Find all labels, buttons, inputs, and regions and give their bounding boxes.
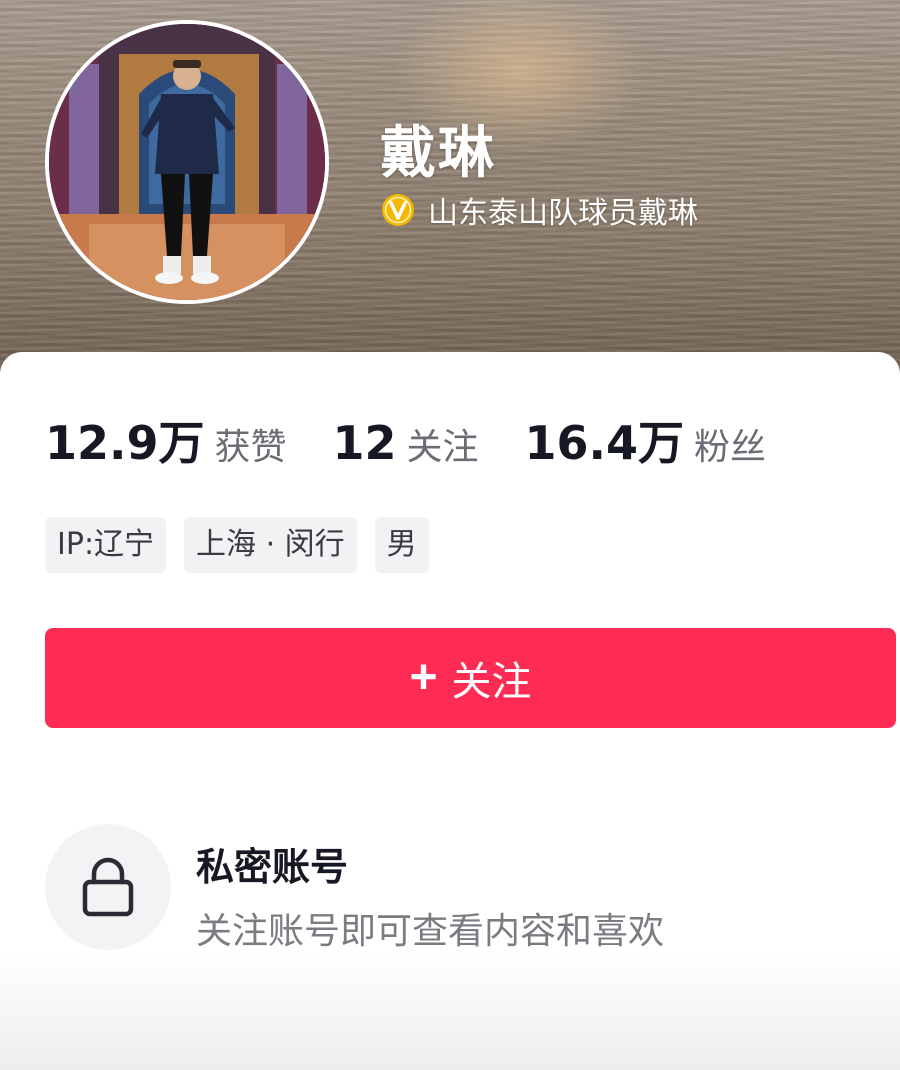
profile-tags: IP:辽宁 上海 · 闵行 男 [45, 517, 429, 573]
private-account-title: 私密账号 [196, 845, 349, 889]
stat-followers[interactable]: 16.4万 粉丝 [525, 407, 767, 473]
avatar[interactable] [45, 20, 329, 304]
stat-followers-value: 16.4万 [524, 416, 685, 470]
plus-icon: + [409, 651, 438, 704]
tag-ip: IP:辽宁 [45, 517, 167, 573]
profile-card: 12.9万 获赞 12 关注 16.4万 粉丝 IP:辽宁 上海 · 闵行 男 … [0, 352, 900, 1070]
stat-following-value: 12 [332, 416, 397, 470]
follow-button[interactable]: + 关注 [45, 628, 896, 728]
bottom-fade [0, 950, 900, 1070]
tag-gender: 男 [374, 517, 429, 573]
private-lock-badge [45, 824, 171, 950]
stat-likes[interactable]: 12.9万 获赞 [45, 407, 287, 473]
verification-row: 山东泰山队球员戴琳 [380, 188, 698, 232]
verified-v-icon [380, 192, 416, 228]
verification-text: 山东泰山队球员戴琳 [428, 196, 698, 231]
stat-following[interactable]: 12 关注 [333, 416, 479, 470]
profile-name: 戴琳 [380, 121, 496, 186]
stat-following-label: 关注 [406, 427, 479, 468]
tag-location: 上海 · 闵行 [184, 517, 357, 573]
stat-likes-value: 12.9万 [45, 416, 205, 470]
private-account-description: 关注账号即可查看内容和喜欢 [196, 911, 665, 952]
lock-icon [82, 857, 134, 917]
stats-row: 12.9万 获赞 12 关注 16.4万 粉丝 [45, 407, 812, 473]
stat-likes-label: 获赞 [214, 427, 287, 468]
profile-page: 戴琳 山东泰山队球员戴琳 12.9万 获赞 12 关注 16.4万 粉丝 IP:… [0, 0, 900, 1070]
stat-followers-label: 粉丝 [694, 427, 767, 468]
follow-button-label: 关注 [451, 660, 532, 704]
avatar-photo [49, 24, 325, 300]
